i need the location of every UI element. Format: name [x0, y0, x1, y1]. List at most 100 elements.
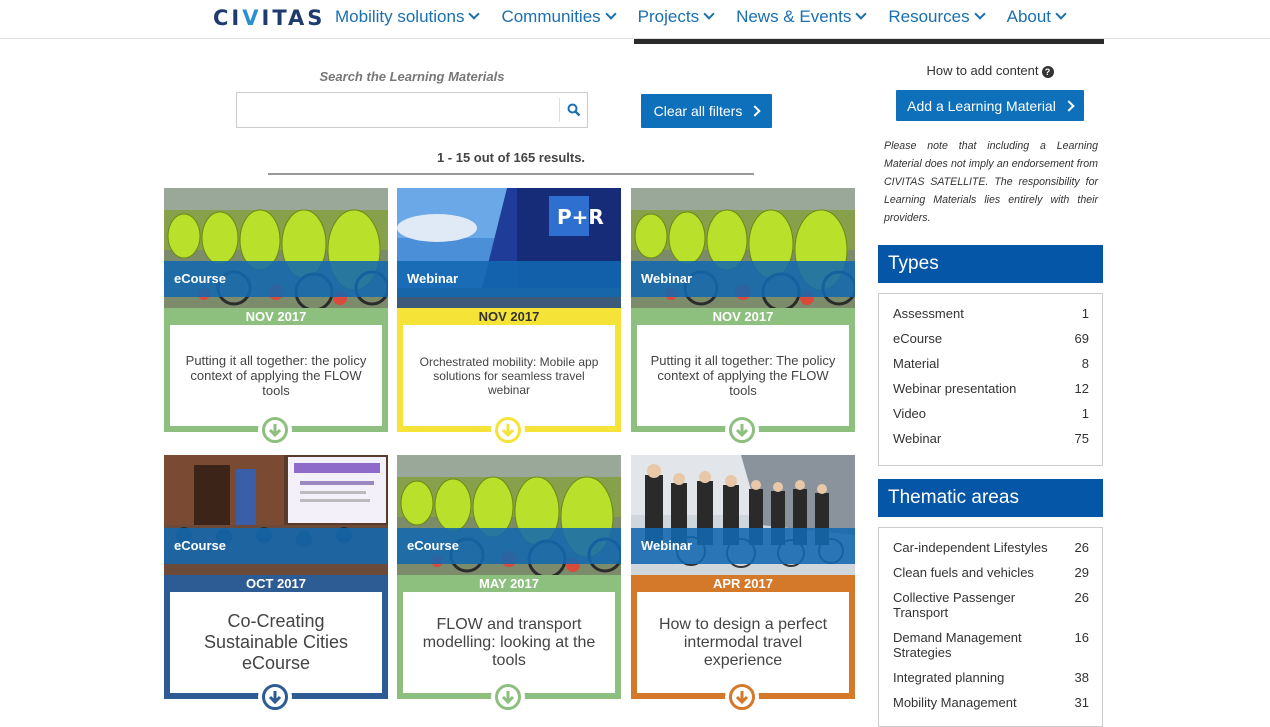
filter-count: 16 — [1074, 630, 1089, 645]
card-date: APR 2017 — [713, 576, 773, 591]
filter-label: Assessment — [893, 306, 964, 321]
type-filter-item[interactable]: Assessment 1 — [893, 306, 1089, 321]
card-title[interactable]: How to design a perfect intermodal trave… — [637, 592, 849, 693]
download-button[interactable] — [258, 413, 292, 447]
results-count: 1 - 15 out of 165 results. — [436, 150, 586, 165]
search-button[interactable] — [559, 98, 588, 122]
thematic-filter-item[interactable]: Integrated planning 38 — [893, 670, 1089, 685]
learning-card[interactable]: Webinar NOV 2017 Putting it all together… — [631, 188, 855, 447]
logo-text-prefix: CI — [213, 6, 243, 30]
learning-card[interactable]: eCourse MAY 2017 FLOW and transport mode… — [397, 455, 621, 714]
card-title[interactable]: Orchestrated mobility: Mobile app soluti… — [403, 325, 615, 426]
results-divider — [268, 173, 754, 175]
download-button[interactable] — [258, 680, 292, 714]
card-type: eCourse — [164, 261, 388, 297]
disclaimer-note: Please note that including a Learning Ma… — [884, 140, 1098, 224]
nav-label: Resources — [888, 7, 970, 26]
thematic-filter-item[interactable]: Collective Passenger Transport 26 — [893, 590, 1089, 620]
card-date: NOV 2017 — [712, 309, 774, 324]
card-type: eCourse — [164, 528, 388, 564]
card-type: eCourse — [397, 528, 621, 564]
card-title[interactable]: Co-Creating Sustainable Cities eCourse — [170, 592, 382, 693]
search-icon — [567, 103, 581, 117]
main-menu: Mobility solutions Communities Projects … — [335, 7, 1088, 27]
thematic-filter-item[interactable]: Mobility Management 31 — [893, 695, 1089, 710]
clear-filters-button[interactable]: Clear all filters — [641, 94, 772, 128]
filter-label: Clean fuels and vehicles — [893, 565, 1034, 580]
download-button[interactable] — [725, 680, 759, 714]
arrow-down-icon — [501, 424, 515, 437]
download-ring — [495, 684, 521, 710]
nav-label: News & Events — [736, 7, 852, 26]
card-type: Webinar — [631, 261, 855, 297]
how-to-label: How to add content — [926, 63, 1039, 78]
add-learning-material-button[interactable]: Add a Learning Material — [896, 90, 1084, 121]
how-to-add-content[interactable]: How to add content? — [880, 63, 1100, 78]
type-filter-item[interactable]: Webinar 75 — [893, 431, 1089, 446]
card-frame: OCT 2017 Co-Creating Sustainable Cities … — [164, 575, 388, 714]
download-button[interactable] — [725, 413, 759, 447]
nav-projects[interactable]: Projects — [637, 7, 715, 27]
download-ring — [495, 417, 521, 443]
chevron-down-icon — [855, 8, 868, 20]
card-title[interactable]: Putting it all together: the policy cont… — [170, 325, 382, 426]
question-icon: ? — [1041, 65, 1054, 78]
learning-card[interactable]: Webinar NOV 2017 Orchestrated mobility: … — [397, 188, 621, 447]
nav-resources[interactable]: Resources — [888, 7, 986, 27]
download-ring — [262, 684, 288, 710]
types-heading: Types — [878, 245, 1103, 283]
card-title-text: Putting it all together: The policy cont… — [650, 353, 836, 398]
filter-count: 12 — [1074, 381, 1089, 396]
card-frame: APR 2017 How to design a perfect intermo… — [631, 575, 855, 714]
nav-mobility-solutions[interactable]: Mobility solutions — [335, 7, 481, 27]
type-filter-item[interactable]: Video 1 — [893, 406, 1089, 421]
nav-label: About — [1006, 7, 1052, 26]
type-filter-item[interactable]: Material 8 — [893, 356, 1089, 371]
card-title[interactable]: FLOW and transport modelling: looking at… — [403, 592, 615, 693]
filter-count: 38 — [1074, 670, 1089, 685]
type-filter-item[interactable]: eCourse 69 — [893, 331, 1089, 346]
thematic-filter-item[interactable]: Clean fuels and vehicles 29 — [893, 565, 1089, 580]
filter-count: 69 — [1074, 331, 1089, 346]
search-label: Search the Learning Materials — [319, 69, 505, 84]
chevron-right-icon — [1063, 99, 1075, 112]
download-button[interactable] — [491, 680, 525, 714]
filter-count: 75 — [1074, 431, 1089, 446]
filter-count: 1 — [1081, 406, 1089, 421]
nav-communities[interactable]: Communities — [501, 7, 617, 27]
card-frame: NOV 2017 Putting it all together: the po… — [164, 308, 388, 447]
download-ring — [729, 684, 755, 710]
filter-label: Video — [893, 406, 927, 421]
search-input[interactable] — [237, 93, 555, 127]
chevron-down-icon — [1055, 8, 1067, 20]
nav-label: Mobility solutions — [335, 7, 465, 26]
chevron-down-icon — [973, 8, 986, 20]
chevron-down-icon — [468, 8, 481, 20]
arrow-down-icon — [735, 424, 749, 437]
thematic-filter-list: Car-independent Lifestyles 26 Clean fuels… — [878, 527, 1103, 727]
nav-label: Communities — [501, 7, 601, 26]
learning-card[interactable]: Webinar APR 2017 How to design a perfect… — [631, 455, 855, 714]
card-title-text: Co-Creating Sustainable Cities eCourse — [203, 611, 349, 673]
filter-label: Collective Passenger Transport — [893, 590, 1016, 620]
arrow-down-icon — [268, 691, 282, 704]
type-filter-item[interactable]: Webinar presentation 12 — [893, 381, 1089, 396]
card-title[interactable]: Putting it all together: The policy cont… — [637, 325, 849, 426]
learning-card[interactable]: eCourse OCT 2017 Co-Creating Sustainable… — [164, 455, 388, 714]
card-date: NOV 2017 — [478, 309, 540, 324]
card-type: Webinar — [631, 528, 855, 564]
thematic-filter-item[interactable]: Demand Management Strategies 16 — [893, 630, 1089, 660]
top-navigation: CIVITAS Mobility solutions Communities P… — [0, 0, 1270, 39]
nav-news-events[interactable]: News & Events — [736, 7, 868, 27]
filter-count: 8 — [1081, 356, 1089, 371]
filter-label: Mobility Management — [893, 695, 1017, 710]
card-frame: NOV 2017 Putting it all together: The po… — [631, 308, 855, 447]
download-button[interactable] — [491, 413, 525, 447]
learning-card[interactable]: eCourse NOV 2017 Putting it all together… — [164, 188, 388, 447]
filter-label: Car-independent Lifestyles — [893, 540, 1048, 555]
thematic-filter-item[interactable]: Car-independent Lifestyles 26 — [893, 540, 1089, 555]
filter-count: 26 — [1074, 590, 1089, 605]
nav-about[interactable]: About — [1006, 7, 1067, 27]
nav-label: Projects — [637, 7, 700, 26]
civitas-logo[interactable]: CIVITAS — [213, 6, 325, 30]
